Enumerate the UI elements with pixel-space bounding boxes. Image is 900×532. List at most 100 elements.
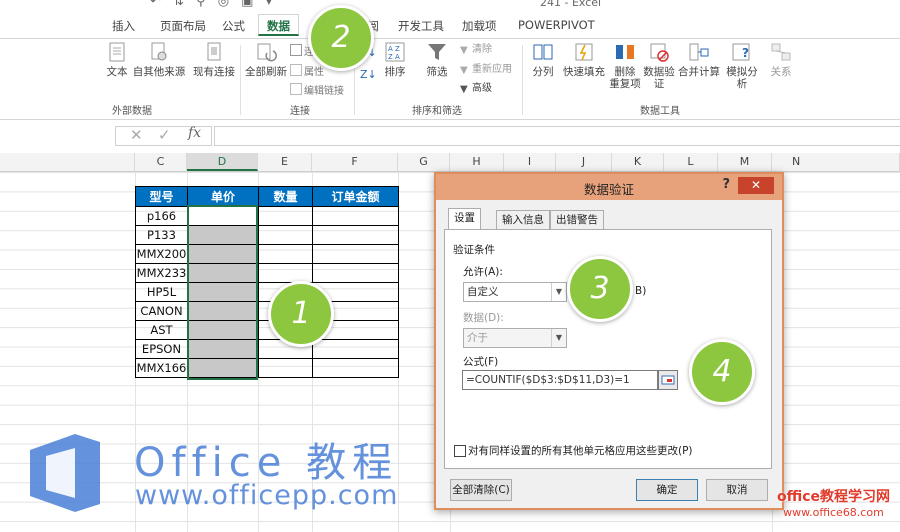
model-cell[interactable]: MMX166 — [135, 358, 188, 378]
quantity-cell[interactable] — [258, 244, 313, 264]
consolidate-button[interactable]: 合并计算 — [678, 41, 720, 78]
column-header-c[interactable]: C — [135, 153, 187, 171]
edit-links-button[interactable]: 编辑链接 — [290, 83, 344, 98]
tab-insert[interactable]: 插入 — [112, 18, 135, 34]
remove-duplicates-button[interactable]: 删除 重复项 — [608, 41, 642, 90]
help-icon[interactable]: ? — [722, 177, 730, 192]
split-columns-icon — [533, 44, 553, 60]
price-cell[interactable] — [187, 244, 259, 264]
cancel-edit-icon[interactable]: ✕ — [130, 126, 143, 144]
column-header-m[interactable]: M — [718, 153, 772, 171]
column-header-h[interactable]: H — [450, 153, 504, 171]
properties-button[interactable]: 属性 — [290, 64, 324, 79]
price-cell[interactable] — [187, 339, 259, 359]
advanced-filter-button[interactable]: ▼ 高级 — [460, 83, 492, 95]
price-cell[interactable] — [187, 263, 259, 283]
confirm-edit-icon[interactable]: ✓ — [158, 126, 171, 144]
model-cell[interactable]: CANON — [135, 301, 188, 321]
header-quantity[interactable]: 数量 — [258, 186, 313, 207]
tab-addins[interactable]: 加载项 — [462, 18, 497, 34]
allow-select[interactable]: 自定义 ▼ — [463, 282, 567, 302]
formula-field[interactable]: =COUNTIF($D$3:$D$11,D3)=1 — [462, 370, 658, 390]
header-order-amount[interactable]: 订单金额 — [312, 186, 399, 207]
column-header-n[interactable]: N — [772, 153, 900, 171]
model-cell[interactable]: P133 — [135, 225, 188, 245]
price-cell[interactable] — [187, 358, 259, 378]
model-cell[interactable]: p166 — [135, 206, 188, 226]
apply-all-checkbox[interactable] — [454, 445, 466, 457]
ignore-blank-label[interactable]: B) — [635, 285, 646, 297]
properties-icon — [290, 64, 302, 76]
ribbon: 文本 自其他来源 现有连接 外部数据 全部刷新 连接 属性 编辑链接 连接 A↓… — [0, 38, 900, 120]
amount-cell[interactable] — [312, 358, 399, 378]
header-model[interactable]: 型号 — [135, 186, 188, 207]
amount-cell[interactable] — [312, 244, 399, 264]
clear-filter-button[interactable]: ▼ 清除 — [460, 44, 492, 56]
formula-input[interactable] — [214, 126, 900, 146]
text-to-columns-button[interactable]: 分列 — [528, 41, 558, 78]
column-header-k[interactable]: K — [612, 153, 664, 171]
existing-connections-button[interactable]: 现有连接 — [192, 41, 236, 78]
tab-settings[interactable]: 设置 — [448, 208, 481, 230]
insert-function-icon[interactable]: fx — [188, 125, 201, 141]
column-header-j[interactable]: J — [556, 153, 612, 171]
what-if-analysis-button[interactable]: ? 模拟分析 — [722, 41, 762, 90]
from-other-sources-button[interactable]: 自其他来源 — [132, 41, 186, 78]
sort-button[interactable]: A ZZ A 排序 — [380, 41, 410, 78]
amount-cell[interactable] — [312, 263, 399, 283]
column-header-i[interactable]: I — [504, 153, 556, 171]
flash-fill-button[interactable]: 快速填充 — [560, 41, 608, 78]
cancel-button[interactable]: 取消 — [706, 479, 768, 501]
ok-button[interactable]: 确定 — [636, 479, 698, 501]
price-cell[interactable] — [187, 206, 259, 226]
data-label: 数据(D): — [463, 312, 504, 324]
column-header-l[interactable]: L — [664, 153, 718, 171]
tab-error-alert[interactable]: 出错警告 — [550, 210, 604, 229]
edit-links-icon — [290, 83, 302, 95]
quantity-cell[interactable] — [258, 358, 313, 378]
amount-cell[interactable] — [312, 339, 399, 359]
tab-formulas[interactable]: 公式 — [222, 18, 245, 34]
from-text-button[interactable]: 文本 — [104, 41, 130, 78]
price-cell[interactable] — [187, 301, 259, 321]
quick-access-toolbar[interactable]: ↶ ⇅ ⚲ ◎ ▣ ▾ — [150, 0, 276, 9]
header-unit-price[interactable]: 单价 — [187, 186, 259, 207]
amount-cell[interactable] — [312, 225, 399, 245]
column-header-g[interactable]: G — [398, 153, 450, 171]
column-header-d[interactable]: D — [187, 153, 258, 171]
model-cell[interactable]: AST — [135, 320, 188, 340]
model-cell[interactable]: MMX233 — [135, 263, 188, 283]
reapply-button[interactable]: ▼ 重新应用 — [460, 64, 512, 76]
quantity-cell[interactable] — [258, 263, 313, 283]
price-cell[interactable] — [187, 282, 259, 302]
sort-descending-button[interactable]: Z↓ — [360, 69, 377, 81]
filter-button[interactable]: 筛选 — [422, 41, 452, 78]
quantity-cell[interactable] — [258, 225, 313, 245]
model-cell[interactable]: EPSON — [135, 339, 188, 359]
tab-data[interactable]: 数据 — [258, 14, 299, 36]
tab-powerpivot[interactable]: POWERPIVOT — [518, 18, 595, 32]
model-cell[interactable]: HP5L — [135, 282, 188, 302]
tab-developer[interactable]: 开发工具 — [398, 18, 444, 34]
quantity-cell[interactable] — [258, 206, 313, 226]
dialog-title-bar[interactable]: 数据验证 ? ✕ — [436, 174, 782, 200]
refresh-all-button[interactable]: 全部刷新 — [244, 41, 288, 78]
flash-fill-icon — [575, 43, 593, 61]
close-icon[interactable]: ✕ — [738, 177, 774, 194]
price-cell[interactable] — [187, 320, 259, 340]
clear-all-button[interactable]: 全部清除(C) — [450, 479, 512, 501]
relationships-button[interactable]: 关系 — [766, 41, 796, 78]
advanced-filter-icon: ▼ — [460, 84, 468, 95]
column-header-e[interactable]: E — [258, 153, 312, 171]
reapply-icon: ▼ — [460, 65, 468, 76]
column-header-f[interactable]: F — [312, 153, 398, 171]
range-select-button[interactable] — [658, 370, 678, 390]
data-select[interactable]: 介于 ▼ — [463, 328, 567, 348]
amount-cell[interactable] — [312, 206, 399, 226]
model-cell[interactable]: MMX200 — [135, 244, 188, 264]
tab-input-message[interactable]: 输入信息 — [496, 210, 550, 229]
tab-page-layout[interactable]: 页面布局 — [160, 18, 206, 34]
data-validation-button[interactable]: 数据验 证 — [642, 41, 676, 90]
allow-value: 自定义 — [467, 286, 499, 298]
price-cell[interactable] — [187, 225, 259, 245]
